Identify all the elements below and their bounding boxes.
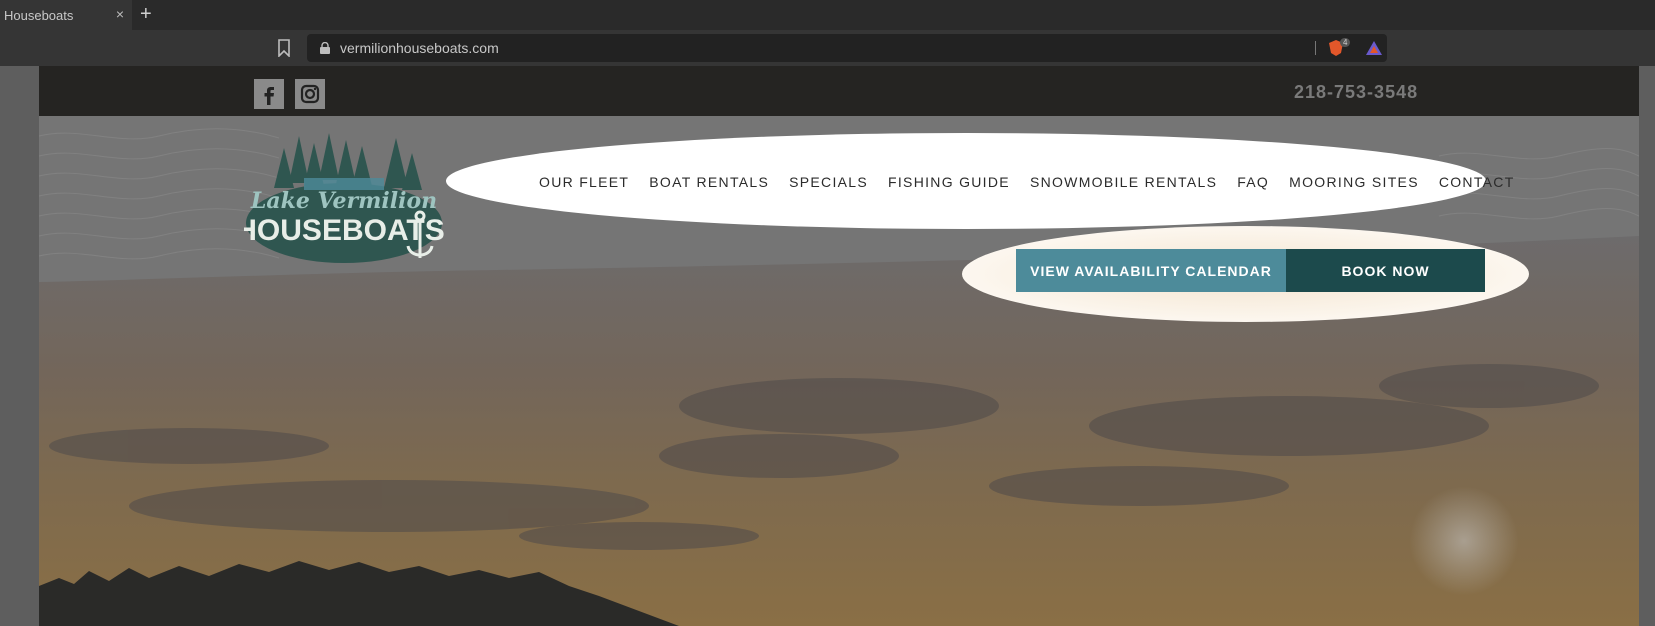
page-gutter-right [1639, 66, 1655, 626]
nav-faq[interactable]: FAQ [1237, 174, 1269, 190]
browser-tab[interactable]: Houseboats × [0, 0, 132, 30]
page-gutter-left [0, 66, 39, 626]
phone-number[interactable]: 218-753-3548 [1294, 82, 1418, 103]
view-availability-button[interactable]: VIEW AVAILABILITY CALENDAR [1016, 249, 1286, 292]
url-bar[interactable]: vermilionhouseboats.com 4 [307, 34, 1387, 62]
tab-close-icon[interactable]: × [116, 6, 124, 22]
book-now-button[interactable]: BOOK NOW [1286, 249, 1485, 292]
site-container: 218-753-3548 Lake Vermilion HOUSEBOATS O… [39, 66, 1639, 626]
page-viewport: 218-753-3548 Lake Vermilion HOUSEBOATS O… [0, 66, 1655, 626]
logo-text-bottom: HOUSEBOATS [244, 214, 444, 247]
extension-triangle-icon[interactable] [1365, 40, 1383, 56]
browser-tab-bar: Houseboats × + [0, 0, 1655, 30]
site-top-bar: 218-753-3548 [39, 66, 1639, 116]
nav-our-fleet[interactable]: OUR FLEET [539, 174, 629, 190]
nav-specials[interactable]: SPECIALS [789, 174, 868, 190]
sun-glow [1409, 486, 1519, 596]
nav-fishing-guide[interactable]: FISHING GUIDE [888, 174, 1010, 190]
main-nav: OUR FLEET BOAT RENTALS SPECIALS FISHING … [539, 174, 1515, 190]
nav-contact[interactable]: CONTACT [1439, 174, 1515, 190]
site-logo[interactable]: Lake Vermilion HOUSEBOATS [235, 128, 445, 268]
new-tab-button[interactable]: + [140, 3, 152, 26]
nav-boat-rentals[interactable]: BOAT RENTALS [649, 174, 769, 190]
logo-text-top: Lake Vermilion [250, 188, 437, 214]
lock-icon [320, 42, 330, 54]
url-bar-divider [1315, 41, 1316, 55]
shield-count-badge: 4 [1340, 38, 1351, 47]
url-text[interactable]: vermilionhouseboats.com [340, 40, 499, 56]
nav-snowmobile-rentals[interactable]: SNOWMOBILE RENTALS [1030, 174, 1217, 190]
facebook-icon[interactable] [254, 79, 284, 109]
instagram-icon[interactable] [295, 79, 325, 109]
address-toolbar: vermilionhouseboats.com 4 [0, 30, 1655, 66]
tab-title: Houseboats [4, 8, 74, 23]
bookmark-icon[interactable] [277, 39, 291, 57]
nav-mooring-sites[interactable]: MOORING SITES [1289, 174, 1419, 190]
